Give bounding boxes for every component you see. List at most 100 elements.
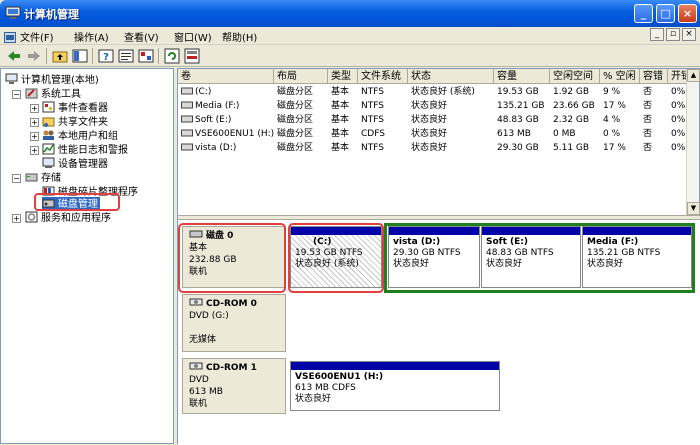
table-cell: 19.53 GB: [497, 87, 539, 97]
vertical-scrollbar[interactable]: ▲ ▼: [686, 69, 700, 215]
table-cell: vista (D:): [178, 141, 274, 155]
table-cell: 23.66 GB: [553, 101, 595, 111]
highlight-data-partitions: [384, 223, 695, 293]
tree-node-event-viewer[interactable]: 事件查看器: [42, 101, 108, 114]
cdrom-1-label[interactable]: CD-ROM 1 DVD 613 MB 联机: [182, 358, 286, 414]
export-list-icon[interactable]: [138, 48, 154, 64]
disk-name: CD-ROM 0: [206, 299, 257, 309]
disk-name: CD-ROM 1: [206, 363, 257, 373]
tree-node-services[interactable]: 服务和应用程序: [25, 211, 111, 224]
tools-icon: [25, 88, 38, 99]
menu-file-label: 文件(F): [20, 33, 54, 44]
column-header-filesystem[interactable]: 文件系统: [358, 69, 408, 84]
column-header-percent-free[interactable]: % 空闲: [600, 69, 640, 84]
menu-window[interactable]: 窗口(W): [174, 29, 212, 44]
collapse-button[interactable]: −: [12, 174, 21, 183]
mdi-close-button[interactable]: ×: [682, 28, 696, 41]
expand-button[interactable]: +: [30, 104, 39, 113]
help-icon[interactable]: ?: [98, 48, 114, 64]
back-arrow-icon[interactable]: [6, 48, 22, 64]
column-header-status[interactable]: 状态: [408, 69, 494, 84]
table-cell: 否: [643, 143, 653, 153]
table-cell: 0%: [671, 143, 686, 153]
column-header-type[interactable]: 类型: [328, 69, 358, 84]
table-cell: VSE600ENU1 (H:): [178, 127, 274, 141]
tree-node-storage[interactable]: 存储: [25, 171, 61, 184]
mdi-restore-button[interactable]: ▫: [666, 28, 680, 41]
tree-node-computer-management[interactable]: 计算机管理(本地): [5, 73, 99, 86]
expand-button[interactable]: +: [12, 214, 21, 223]
disk-graphical-view: 磁盘 0 基本 232.88 GB 联机 (C:) 19.53 GB NTFS …: [178, 220, 700, 445]
column-header-free-space[interactable]: 空闲空间: [550, 69, 600, 84]
volume-list: 卷 布局 类型 文件系统 状态 容量 空闲空间 % 空闲 容错 开销 (C:) 磁…: [178, 69, 688, 215]
table-cell: 613 MB: [497, 129, 531, 139]
column-header-layout[interactable]: 布局: [274, 69, 328, 84]
tree-label: 性能日志和警报: [58, 145, 128, 156]
partition-h[interactable]: VSE600ENU1 (H:) 613 MB CDFS 状态良好: [290, 361, 500, 411]
table-cell: 0 MB: [553, 129, 576, 139]
column-header-overhead[interactable]: 开销: [668, 69, 688, 84]
table-cell: CDFS: [361, 129, 385, 139]
collapse-button[interactable]: −: [12, 90, 21, 99]
table-cell: 基本: [331, 101, 350, 111]
expand-button[interactable]: +: [30, 132, 39, 141]
partition-info: 613 MB CDFS: [295, 383, 356, 393]
tree-label: 事件查看器: [58, 103, 108, 114]
scroll-down-button[interactable]: ▼: [687, 202, 700, 215]
table-cell: 基本: [331, 129, 350, 139]
table-cell: 0%: [671, 129, 686, 139]
refresh-icon[interactable]: [164, 48, 180, 64]
minimize-button[interactable]: _: [634, 4, 653, 23]
volume-icon: [181, 115, 193, 123]
computer-icon: [5, 73, 18, 84]
volume-name: vista (D:): [195, 143, 237, 153]
performance-icon: [42, 143, 55, 155]
tree-node-device-manager[interactable]: 设备管理器: [42, 157, 108, 170]
scroll-up-button[interactable]: ▲: [687, 69, 700, 82]
tree-node-system-tools[interactable]: 系统工具: [25, 87, 81, 100]
show-hide-tree-icon[interactable]: [72, 48, 88, 64]
title-bar[interactable]: 计算机管理 _ □ ×: [0, 0, 700, 27]
forward-arrow-icon[interactable]: [26, 48, 42, 64]
menu-action[interactable]: 操作(A): [74, 29, 109, 44]
details-pane: 卷 布局 类型 文件系统 状态 容量 空闲空间 % 空闲 容错 开销 (C:) 磁…: [177, 68, 700, 445]
table-cell: 磁盘分区: [277, 143, 314, 153]
disk-size: 613 MB: [189, 387, 223, 397]
maximize-button[interactable]: □: [656, 4, 675, 23]
expand-button[interactable]: +: [30, 118, 39, 127]
volume-icon: [181, 87, 193, 95]
volume-icon: [181, 101, 193, 109]
cdrom-0-label[interactable]: CD-ROM 0 DVD (G:) 无媒体: [182, 294, 286, 352]
svg-text:?: ?: [103, 52, 109, 63]
close-button[interactable]: ×: [678, 4, 697, 23]
tree-label: 共享文件夹: [58, 117, 108, 128]
expand-button[interactable]: +: [30, 146, 39, 155]
up-folder-icon[interactable]: [52, 48, 68, 64]
table-cell: 0%: [671, 87, 686, 97]
tree-label: 计算机管理(本地): [21, 75, 99, 86]
table-cell: 磁盘分区: [277, 129, 314, 139]
menu-view[interactable]: 查看(V): [124, 29, 159, 44]
disk-status: 联机: [189, 399, 208, 409]
properties-icon[interactable]: [118, 48, 134, 64]
computer-management-icon: [5, 6, 21, 19]
tree-node-local-users[interactable]: 本地用户和组: [42, 129, 118, 142]
menu-file[interactable]: 文件(F): [4, 29, 54, 44]
column-header-volume[interactable]: 卷: [178, 69, 274, 84]
partition-name: VSE600ENU1 (H:): [295, 372, 384, 382]
mdi-minimize-button[interactable]: _: [650, 28, 664, 41]
tree-node-performance-logs[interactable]: 性能日志和警报: [42, 143, 128, 156]
tree-label: 服务和应用程序: [41, 213, 111, 224]
table-cell: 状态良好: [411, 115, 448, 125]
menu-help[interactable]: 帮助(H): [222, 29, 257, 44]
event-viewer-icon: [42, 101, 55, 113]
column-header-capacity[interactable]: 容量: [494, 69, 550, 84]
tree-node-shared-folders[interactable]: 共享文件夹: [42, 115, 108, 128]
table-cell: 状态良好: [411, 143, 448, 153]
table-cell: 135.21 GB: [497, 101, 545, 111]
table-cell: 5.11 GB: [553, 143, 590, 153]
volume-name: Media (F:): [195, 101, 240, 111]
column-header-fault-tolerance[interactable]: 容错: [640, 69, 668, 84]
table-cell: 0 %: [603, 129, 621, 139]
settings-icon[interactable]: [184, 48, 200, 64]
